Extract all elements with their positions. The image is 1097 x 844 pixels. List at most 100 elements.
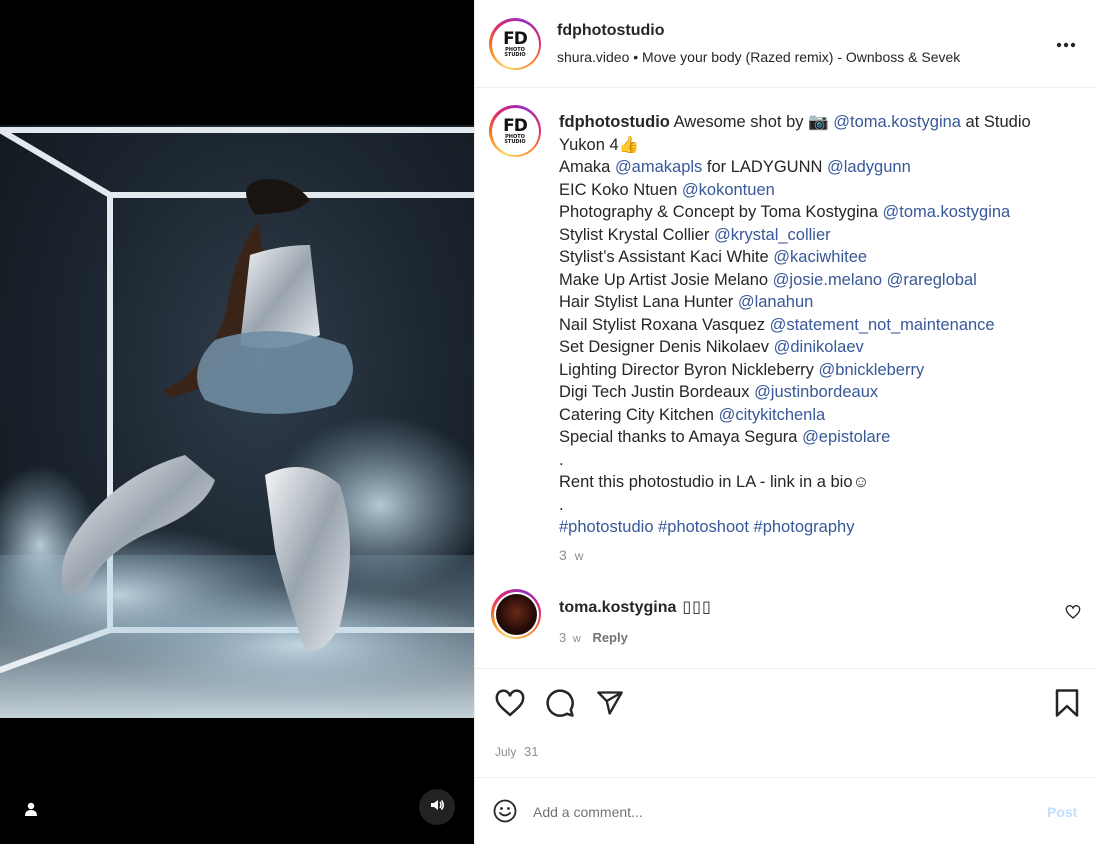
paper-plane-icon: [596, 689, 624, 722]
comment-text: ▯▯▯: [682, 599, 712, 616]
hashtag-link[interactable]: #photostudio: [559, 518, 654, 536]
mention-link[interactable]: @statement_not_maintenance: [770, 316, 995, 334]
caption-line: Make Up Artist Josie Melano @josie.melan…: [559, 269, 1069, 292]
mention-link[interactable]: @toma.kostygina: [833, 113, 961, 131]
heart-icon: [1065, 605, 1081, 624]
post-caption: fdphotostudio Awesome shot by 📷 @toma.ko…: [559, 111, 1069, 539]
caption-time-number: 3: [559, 547, 567, 563]
caption-line: #photostudio #photoshoot #photography: [559, 516, 1069, 539]
caption-line: Digi Tech Justin Bordeaux @justinbordeau…: [559, 381, 1069, 404]
mention-link[interactable]: @lanahun: [738, 293, 813, 311]
caption-text-segment: for LADYGUNN: [702, 158, 828, 176]
comment-time-unit: w: [572, 633, 581, 645]
caption-line: Rent this photostudio in LA - link in a …: [559, 471, 1069, 494]
caption-author-avatar[interactable]: FD PHOTO STUDIO: [489, 105, 541, 157]
post-photo[interactable]: [0, 125, 474, 718]
mention-link[interactable]: @rareglobal: [887, 271, 977, 289]
emoji-picker-button[interactable]: [493, 799, 519, 825]
caption-text-segment: Special thanks to Amaya Segura: [559, 428, 803, 446]
tagged-users-button[interactable]: [16, 796, 46, 826]
caption-text-segment: Rent this photostudio in LA - link in a …: [559, 473, 870, 491]
reply-button[interactable]: Reply: [592, 630, 627, 645]
caption-time-unit: w: [574, 549, 584, 563]
caption-line: Catering City Kitchen @citykitchenla: [559, 404, 1069, 427]
post-panel: FD PHOTO STUDIO fdphotostudio shura.vide…: [474, 0, 1097, 844]
caption-line: Lighting Director Byron Nickleberry @bni…: [559, 359, 1069, 382]
caption-line: Stylist Krystal Collier @krystal_collier: [559, 224, 1069, 247]
caption-avatar-logo-subtext: PHOTO STUDIO: [504, 133, 526, 145]
caption-text-segment: Set Designer Denis Nikolaev: [559, 338, 774, 356]
caption-timestamp: 3 w: [559, 547, 583, 563]
caption-line: .: [559, 449, 1069, 472]
hashtag-link[interactable]: #photography: [754, 518, 855, 536]
like-button[interactable]: [493, 688, 527, 722]
commenter-username[interactable]: toma.kostygina: [559, 599, 676, 616]
bookmark-icon: [1054, 688, 1080, 723]
caption-username[interactable]: fdphotostudio: [559, 113, 670, 131]
caption-text-segment: EIC Koko Ntuen: [559, 180, 682, 199]
mention-link[interactable]: @toma.kostygina: [882, 203, 1010, 221]
caption-text-segment: Stylist Krystal Collier: [559, 225, 714, 244]
caption-text-segment: .: [559, 495, 564, 514]
mention-link[interactable]: @bnickleberry: [819, 361, 925, 379]
audio-toggle-button[interactable]: [419, 789, 455, 825]
caption-line: .: [559, 494, 1069, 517]
caption-text-segment: Awesome shot by 📷: [673, 113, 834, 131]
comment-meta: 3 w Reply: [559, 630, 628, 645]
comment-button[interactable]: [543, 688, 577, 722]
mention-link[interactable]: @dinikolaev: [774, 338, 864, 356]
author-avatar[interactable]: FD PHOTO STUDIO: [489, 18, 541, 70]
caption-line: Amaka @amakapls for LADYGUNN @ladygunn: [559, 156, 1069, 179]
post-date-month: July: [495, 745, 517, 759]
caption-avatar-logo-text: FD: [503, 115, 528, 136]
caption-text-segment: Amaka: [559, 158, 615, 176]
author-username[interactable]: fdphotostudio: [557, 22, 665, 40]
post-date[interactable]: July 31: [495, 744, 538, 759]
mention-link[interactable]: @citykitchenla: [719, 406, 826, 424]
caption-text-segment: Catering City Kitchen: [559, 405, 719, 424]
comment-like-button[interactable]: [1065, 604, 1085, 624]
mention-link[interactable]: @kokontuen: [682, 181, 775, 199]
commenter-avatar[interactable]: [491, 589, 541, 639]
caption-line: Set Designer Denis Nikolaev @dinikolaev: [559, 336, 1069, 359]
caption-line: Yukon 4👍: [559, 134, 1069, 157]
comments-section: FD PHOTO STUDIO fdphotostudio Awesome sh…: [475, 89, 1097, 669]
caption-line: Special thanks to Amaya Segura @epistola…: [559, 426, 1069, 449]
comment-input[interactable]: [533, 797, 1013, 827]
mention-link[interactable]: @kaciwhitee: [773, 248, 867, 266]
more-horizontal-icon: [1056, 35, 1076, 53]
mention-link[interactable]: @ladygunn: [827, 158, 911, 176]
avatar-logo-subtext: PHOTO STUDIO: [504, 46, 526, 58]
mention-link[interactable]: @amakapls: [615, 158, 702, 176]
mention-link[interactable]: @epistolare: [802, 428, 890, 446]
more-options-button[interactable]: [1051, 30, 1081, 58]
comment-icon: [545, 688, 575, 723]
add-comment-bar: Post: [475, 779, 1097, 844]
post-media: [0, 0, 474, 844]
mention-link[interactable]: @justinbordeaux: [754, 383, 878, 401]
comment-body: toma.kostygina ▯▯▯: [559, 597, 712, 617]
mention-link[interactable]: @josie.melano: [773, 271, 882, 289]
caption-line: Hair Stylist Lana Hunter @lanahun: [559, 291, 1069, 314]
caption-text-segment: Stylist’s Assistant Kaci White: [559, 248, 774, 266]
share-button[interactable]: [593, 688, 627, 722]
caption-line: fdphotostudio Awesome shot by 📷 @toma.ko…: [559, 111, 1069, 134]
caption-text-segment: Lighting Director Byron Nickleberry: [559, 360, 819, 379]
hashtag-link[interactable]: #photoshoot: [658, 518, 749, 536]
user-icon: [24, 802, 38, 821]
photo-illustration: [0, 127, 474, 718]
audio-attribution-link[interactable]: shura.video • Move your body (Razed remi…: [557, 49, 960, 65]
speaker-icon: [429, 797, 445, 818]
post-comment-button[interactable]: Post: [1047, 804, 1077, 820]
save-button[interactable]: [1050, 688, 1084, 722]
mention-link[interactable]: @krystal_collier: [714, 226, 831, 244]
caption-line: Stylist’s Assistant Kaci White @kaciwhit…: [559, 246, 1069, 269]
post-header: FD PHOTO STUDIO fdphotostudio shura.vide…: [475, 0, 1097, 88]
avatar-logo-text: FD: [503, 28, 528, 49]
caption-text-segment: Yukon 4👍: [559, 135, 640, 154]
caption-text-segment: Make Up Artist Josie Melano: [559, 270, 773, 289]
caption-line: Photography & Concept by Toma Kostygina …: [559, 201, 1069, 224]
caption-text-segment: Hair Stylist Lana Hunter: [559, 293, 738, 311]
caption-text-segment: Digi Tech Justin Bordeaux: [559, 383, 755, 401]
caption-text-segment: .: [559, 450, 564, 469]
